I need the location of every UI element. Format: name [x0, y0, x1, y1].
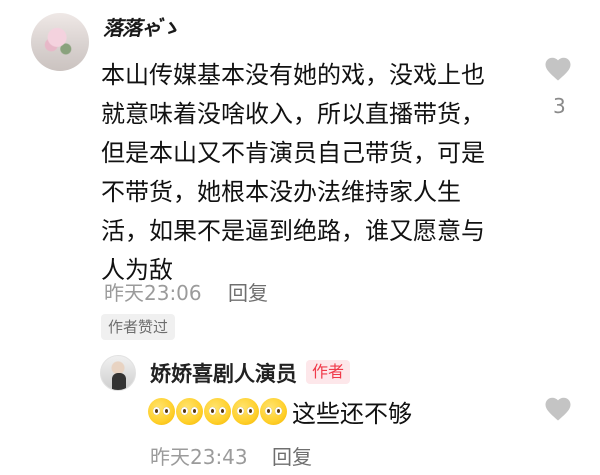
- pleading-face-icon: [204, 397, 231, 425]
- reply-timestamp: 昨天23:43: [150, 445, 248, 469]
- comment-timestamp: 昨天23:06: [104, 281, 202, 305]
- reply-username[interactable]: 娇娇喜剧人演员: [150, 358, 297, 388]
- comment-text: 本山传媒基本没有她的戏，没戏上也 就意味着没啥收入，所以直播带货， 但是本山又不…: [101, 61, 485, 284]
- like-count: 3: [553, 94, 566, 118]
- heart-icon: [545, 397, 571, 421]
- reply-content: 这些还不够: [148, 396, 412, 428]
- pleading-face-icon: [176, 397, 203, 425]
- pleading-face-icon: [148, 397, 175, 425]
- reply-button[interactable]: 回复: [272, 441, 312, 470]
- reply-avatar[interactable]: [100, 355, 136, 391]
- author-liked-badge: 作者赞过: [101, 314, 176, 340]
- like-button[interactable]: [543, 394, 573, 428]
- reply-button[interactable]: 回复: [228, 277, 268, 306]
- reply-text: 这些还不够: [292, 399, 412, 428]
- heart-icon: [545, 57, 571, 81]
- pleading-face-icon: [232, 397, 259, 425]
- author-tag: 作者: [306, 360, 351, 384]
- like-button[interactable]: [543, 54, 573, 88]
- pleading-face-icon: [260, 397, 287, 425]
- comment-username[interactable]: 落落ゃ゙ゝ: [103, 12, 180, 41]
- avatar[interactable]: [31, 13, 89, 71]
